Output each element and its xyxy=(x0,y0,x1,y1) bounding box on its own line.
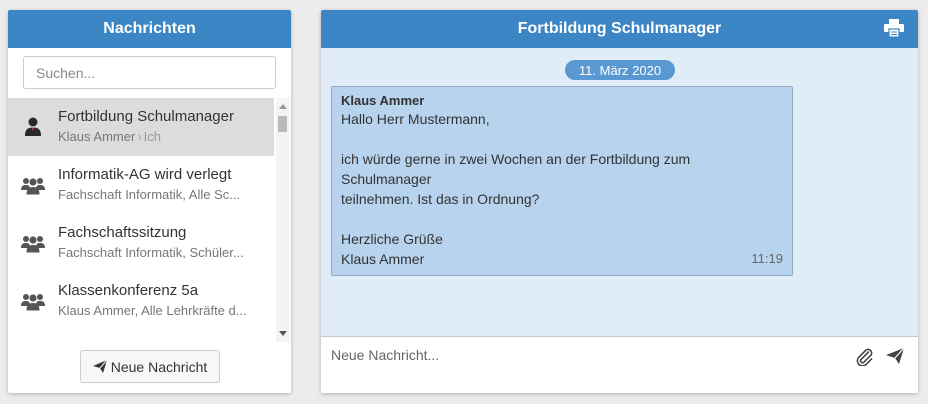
scroll-up-icon[interactable] xyxy=(279,104,287,109)
message-line xyxy=(341,129,783,149)
conversation-list: Fortbildung Schulmanager Klaus Ammer › Ich… xyxy=(8,98,291,342)
conversation-title: Fortbildung Schulmanager xyxy=(58,108,234,125)
conversation-item[interactable]: Klassenkonferenz 5a Klaus Ammer, Alle Le… xyxy=(8,272,274,330)
scroll-thumb[interactable] xyxy=(278,116,287,132)
conversation-text: Fortbildung Schulmanager Klaus Ammer › Ich xyxy=(58,107,274,147)
message-line: ich würde gerne in zwei Wochen an der Fo… xyxy=(341,151,691,187)
conversations-title: Nachrichten xyxy=(103,20,196,37)
message-area: 11. März 2020 Klaus Ammer Hallo Herr Mus… xyxy=(321,48,918,336)
chevron-right-icon: › xyxy=(137,129,142,144)
compose-bar xyxy=(321,336,918,393)
group-icon xyxy=(8,291,58,311)
message-line: Hallo Herr Mustermann, xyxy=(341,111,490,127)
new-message-button[interactable]: Neue Nachricht xyxy=(80,350,220,383)
scroll-down-icon[interactable] xyxy=(279,331,287,336)
message-bubble: Klaus Ammer Hallo Herr Mustermann, ich w… xyxy=(331,86,793,276)
conversation-subtitle: Klaus Ammer › Ich xyxy=(58,127,266,147)
conversation-to: Ich xyxy=(143,129,161,144)
conversation-title: Klassenkonferenz 5a xyxy=(58,282,199,299)
message-input[interactable] xyxy=(321,337,841,373)
send-icon[interactable] xyxy=(885,346,905,366)
conversation-scrollbar[interactable] xyxy=(276,98,289,342)
message-sender: Klaus Ammer xyxy=(341,93,425,108)
conversation-subtitle: Klaus Ammer, Alle Lehrkräfte d... xyxy=(58,303,247,318)
chat-panel: Fortbildung Schulmanager 11. März 2020 K… xyxy=(321,10,918,393)
conversations-panel: Nachrichten Fortbildung Schulmanager Kla… xyxy=(8,10,291,393)
conversation-item[interactable]: Fachschaftssitzung Fachschaft Informatik… xyxy=(8,214,274,272)
chat-title: Fortbildung Schulmanager xyxy=(517,20,722,37)
conversation-from: Klaus Ammer xyxy=(58,129,136,144)
chat-header: Fortbildung Schulmanager xyxy=(321,10,918,48)
message-line: teilnehmen. Ist das in Ordnung? xyxy=(341,191,540,207)
message-line: Klaus Ammer xyxy=(341,251,425,267)
search-input[interactable] xyxy=(23,56,276,89)
conversation-subtitle: Fachschaft Informatik, Alle Sc... xyxy=(58,187,241,202)
conversation-text: Fachschaftssitzung Fachschaft Informatik… xyxy=(58,223,274,263)
user-icon xyxy=(8,117,58,137)
conversation-subtitle: Fachschaft Informatik, Schüler... xyxy=(58,245,244,260)
message-line xyxy=(341,209,783,229)
conversation-title: Informatik-AG wird verlegt xyxy=(58,166,232,183)
conversation-title: Fachschaftssitzung xyxy=(58,224,187,241)
conversation-item[interactable]: Fortbildung Schulmanager Klaus Ammer › Ich xyxy=(8,98,274,156)
message-time: 11:19 xyxy=(751,251,783,266)
send-icon xyxy=(92,360,107,373)
group-icon xyxy=(8,233,58,253)
conversation-text: Informatik-AG wird verlegt Fachschaft In… xyxy=(58,165,274,205)
message-line: Herzliche Grüße xyxy=(341,231,443,247)
date-badge: 11. März 2020 xyxy=(565,60,675,80)
conversations-header: Nachrichten xyxy=(8,10,291,48)
conversation-text: Klassenkonferenz 5a Klaus Ammer, Alle Le… xyxy=(58,281,274,321)
paperclip-icon[interactable] xyxy=(854,346,874,366)
conversation-item[interactable]: Informatik-AG wird verlegt Fachschaft In… xyxy=(8,156,274,214)
printer-icon[interactable] xyxy=(884,19,904,37)
group-icon xyxy=(8,175,58,195)
new-message-label: Neue Nachricht xyxy=(110,358,208,375)
